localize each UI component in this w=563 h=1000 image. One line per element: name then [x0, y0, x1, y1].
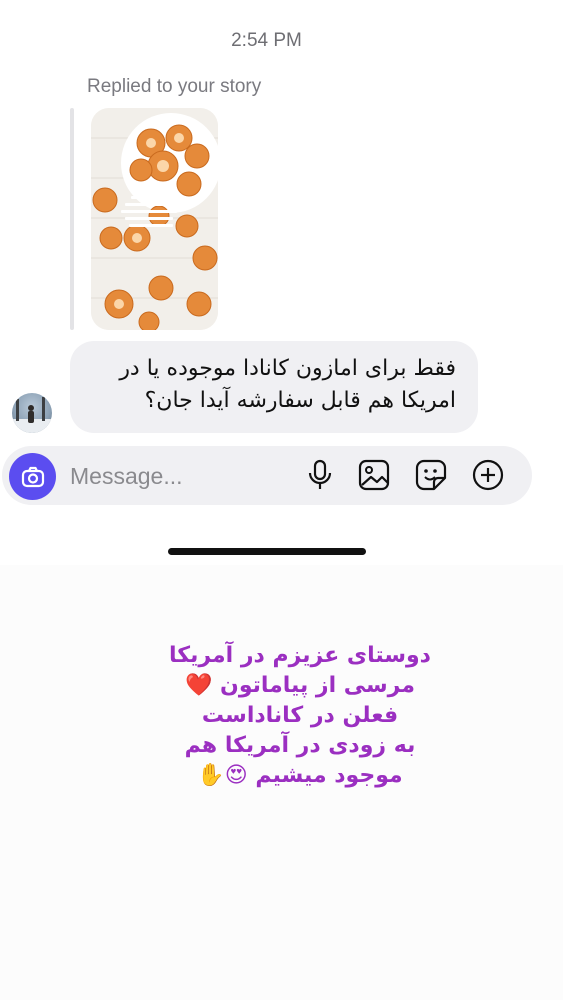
plus-icon: [472, 459, 504, 491]
story-reply-text: دوستای عزیزم در آمریکا مرسی از پیاماتون …: [0, 641, 563, 791]
story-line-4: به زودی در آمریکا هم: [184, 733, 416, 758]
replied-to-story-label: Replied to your story: [87, 76, 262, 97]
camera-button[interactable]: [9, 453, 56, 500]
reply-indicator-bar: [70, 108, 74, 330]
sticker-icon: [415, 459, 447, 491]
story-line-5: موجود میشیم 😍✋: [197, 763, 403, 788]
microphone-icon: [308, 459, 332, 489]
story-line-3: فعلن در کاناداست: [201, 703, 399, 728]
dried-persimmon-image: [91, 108, 218, 330]
story-line-1: دوستای عزیزم در آمریکا: [169, 643, 431, 668]
message-timestamp: 2:54 PM: [231, 30, 302, 51]
story-line-2: مرسی از پیاماتون ❤️: [185, 673, 415, 698]
gallery-button[interactable]: [356, 457, 392, 493]
sticker-button[interactable]: [413, 457, 449, 493]
message-input[interactable]: [70, 460, 290, 492]
image-icon: [358, 459, 390, 491]
avatar-image: [12, 397, 52, 433]
sender-avatar[interactable]: [12, 393, 52, 433]
home-indicator[interactable]: [168, 548, 366, 555]
camera-icon: [21, 466, 44, 487]
story-thumbnail[interactable]: [91, 108, 218, 330]
voice-message-button[interactable]: [302, 457, 338, 493]
received-message-bubble[interactable]: فقط برای امازون کانادا موجوده یا در امری…: [70, 341, 478, 433]
more-options-button[interactable]: [470, 457, 506, 493]
